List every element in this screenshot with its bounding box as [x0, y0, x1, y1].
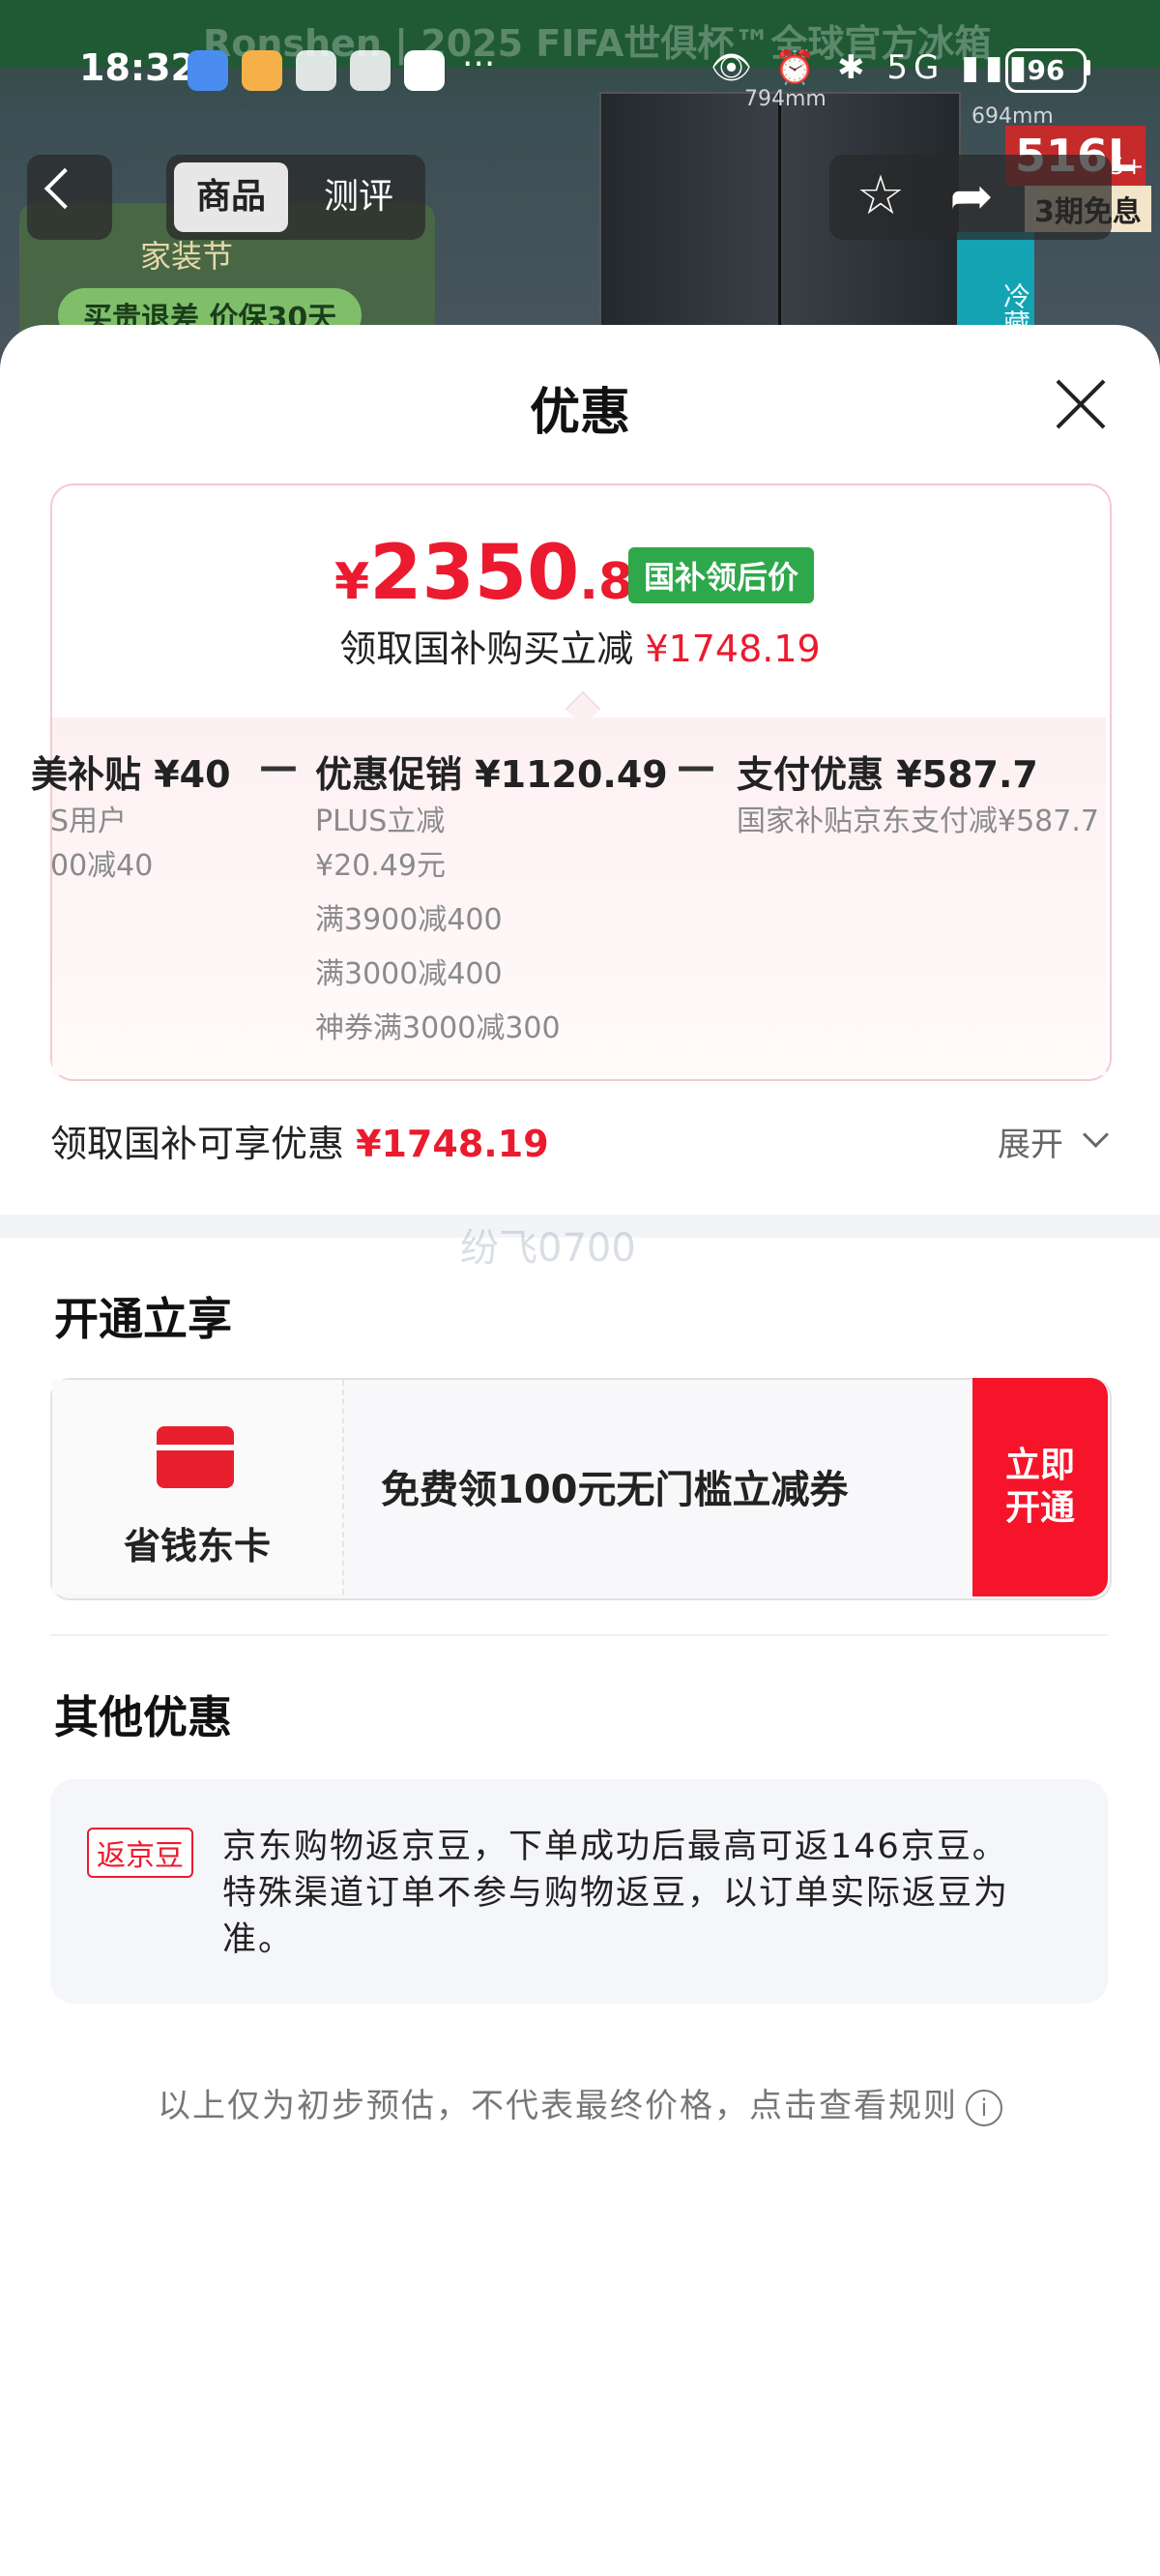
subsidy-price-tag: 国补领后价: [628, 547, 815, 603]
breakdown-promo-line: ¥20.49元: [315, 849, 446, 883]
close-icon[interactable]: [1052, 375, 1110, 433]
final-price: ¥2350.81: [334, 530, 668, 617]
card-icon-stripe: [157, 1445, 234, 1450]
status-icons: 👁 ⏰ ✱ 5G ▮▮▮: [710, 48, 1033, 87]
more-notifications-icon: ···: [462, 44, 496, 84]
message-app-icon: [188, 50, 228, 91]
divider: [50, 1634, 1108, 1636]
gesture-icon: [350, 50, 391, 91]
minus-sign: —: [259, 745, 298, 789]
expand-button[interactable]: 展开: [998, 1118, 1063, 1165]
mobile-app-icon: [404, 50, 445, 91]
price-integer: 2350: [369, 530, 580, 617]
bean-rebate-tag: 返京豆: [87, 1828, 193, 1878]
card-offer-description: 免费领100元无门槛立减券: [381, 1468, 849, 1512]
breakdown-promo-title: 优惠促销 ¥1120.49: [315, 753, 668, 796]
info-icon: i: [966, 2089, 1002, 2126]
wechat-icon: [296, 50, 336, 91]
total-discount-row: 领取国补可享优惠 ¥1748.19: [50, 1114, 549, 1167]
disclaimer-text: 以上仅为初步预估，不代表最终价格，点击查看规则: [158, 2087, 958, 2125]
tab-review[interactable]: 测评: [305, 162, 412, 232]
other-section-title: 其他优惠: [54, 1691, 232, 1743]
total-discount-amount: ¥1748.19: [356, 1123, 549, 1165]
breakdown-promo-line: 神券满3000减300: [315, 1011, 561, 1045]
favorite-star-icon[interactable]: ☆: [849, 164, 913, 228]
sheet-title: 优惠: [529, 384, 630, 442]
breakdown-subsidy-title: 美补贴 ¥40: [31, 753, 231, 796]
open-now-label: 立即开通: [1004, 1446, 1075, 1528]
dimension-width: 794mm: [744, 87, 826, 111]
bean-rebate-text: 京东购物返京豆，下单成功后最高可返146京豆。特殊渠道订单不参与购物返豆，以订单…: [222, 1828, 1010, 1959]
total-discount-label: 领取国补可享优惠: [50, 1123, 345, 1165]
breakdown-promo-line: 满3900减400: [315, 903, 503, 937]
breakdown-payment-title: 支付优惠 ¥587.7: [737, 753, 1038, 796]
breakdown-payment-line: 国家补贴京东支付减¥587.7: [737, 805, 1099, 838]
card-icon: [157, 1426, 234, 1488]
watermark: 纷飞0700: [460, 1226, 636, 1271]
minus-sign: —: [677, 745, 715, 789]
open-now-button[interactable]: 立即开通: [972, 1378, 1108, 1596]
price-symbol: ¥: [334, 553, 370, 611]
breakdown-subsidy-line: 00减40: [50, 849, 154, 883]
breakdown-promo-line: 满3000减400: [315, 957, 503, 991]
status-time: 18:32: [79, 46, 196, 89]
capacity-superscript: 5+: [1110, 153, 1145, 180]
tab-product[interactable]: 商品: [174, 162, 288, 232]
open-section-title: 开通立享: [54, 1293, 232, 1345]
share-icon[interactable]: ➦: [940, 164, 1003, 228]
battery-nub: [1085, 60, 1090, 75]
price-subline: 领取国补购买立减 ¥1748.19: [0, 619, 1160, 672]
rules-link[interactable]: 以上仅为初步预估，不代表最终价格，点击查看规则 i: [0, 2079, 1160, 2126]
battery-icon: 96: [1005, 48, 1087, 93]
subline-prefix: 领取国补购买立减: [339, 628, 634, 670]
breakdown-promo-line: PLUS立减: [315, 805, 446, 838]
breakdown-subsidy-line: S用户: [50, 805, 128, 838]
subline-amount: ¥1748.19: [645, 628, 821, 670]
card-name: 省钱东卡: [123, 1525, 271, 1567]
weather-app-icon: [242, 50, 282, 91]
